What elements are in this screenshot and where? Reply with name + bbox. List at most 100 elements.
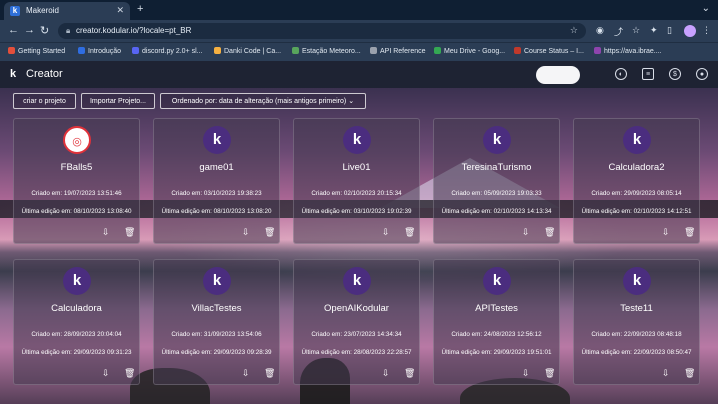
sidepanel-icon[interactable]: ▯: [667, 25, 672, 36]
create-project-button[interactable]: criar o projeto: [13, 93, 76, 109]
bookmark-favicon-icon: [594, 47, 601, 54]
project-card[interactable]: k Teste11 Criado em: 22/09/2023 08:48:18…: [573, 259, 700, 385]
bookmark-item[interactable]: Danki Code | Ca...: [214, 47, 281, 55]
kodular-icon: k: [623, 267, 651, 295]
kodular-icon: k: [343, 126, 371, 154]
download-icon[interactable]: ⇩: [382, 227, 390, 238]
bookmark-item[interactable]: Getting Started: [8, 47, 65, 55]
project-name: Live01: [342, 162, 371, 173]
download-icon[interactable]: ⇩: [102, 227, 110, 238]
trash-icon[interactable]: 🗑︎: [544, 368, 555, 379]
project-card[interactable]: k Live01 Criado em: 02/10/2023 20:15:34 …: [293, 118, 420, 244]
browser-tab[interactable]: k Makeroid ✕: [4, 2, 130, 20]
close-tab-icon[interactable]: ✕: [116, 5, 124, 16]
dollar-icon[interactable]: $: [669, 68, 681, 80]
download-icon[interactable]: ⇩: [662, 368, 670, 379]
bookmark-star-icon[interactable]: ☆: [570, 25, 578, 36]
project-edited: Última edição em: 29/09/2023 09:31:23: [21, 349, 132, 356]
bookmark-item[interactable]: Introdução: [78, 47, 121, 55]
palette-icon[interactable]: ◐: [615, 68, 627, 80]
kodular-favicon-icon: k: [10, 6, 20, 16]
project-card[interactable]: k Calculadora Criado em: 28/09/2023 20:0…: [13, 259, 140, 385]
forward-icon[interactable]: →: [24, 24, 35, 36]
trash-icon[interactable]: 🗑︎: [544, 227, 555, 238]
bookmark-item[interactable]: https://ava.ibrae....: [594, 47, 662, 55]
extensions-icon[interactable]: ✦: [650, 25, 658, 36]
bookmark-item[interactable]: discord.py 2.0+ sl...: [132, 47, 203, 55]
bookmarks-bar: Getting Started Introdução discord.py 2.…: [0, 42, 718, 61]
import-project-button[interactable]: Importar Projeto...: [81, 93, 155, 109]
bookmark-favicon-icon: [370, 47, 377, 54]
download-icon[interactable]: ⇩: [242, 368, 250, 379]
project-created: Criado em: 31/09/2023 13:54:06: [171, 331, 262, 338]
download-icon[interactable]: ⇩: [242, 227, 250, 238]
bookmark-item[interactable]: Course Status – I...: [514, 47, 584, 55]
bookmark-favicon-icon: [292, 47, 299, 54]
sort-dropdown[interactable]: Ordenado por: data de alteração (mais an…: [160, 93, 366, 109]
download-icon[interactable]: ⇩: [382, 368, 390, 379]
back-icon[interactable]: ←: [8, 24, 19, 36]
kodular-icon: k: [623, 126, 651, 154]
trash-icon[interactable]: 🗑︎: [124, 227, 135, 238]
star-icon[interactable]: ☆: [632, 25, 640, 36]
project-card[interactable]: k TeresinaTurismo Criado em: 05/09/2023 …: [433, 118, 560, 244]
new-tab-icon[interactable]: +: [137, 3, 143, 15]
chevron-down-icon: ⌄: [348, 98, 355, 105]
project-edited: Última edição em: 22/09/2023 08:50:47: [581, 349, 692, 356]
share-icon[interactable]: ⤴: [614, 25, 623, 38]
project-created: Criado em: 29/09/2023 08:05:14: [591, 190, 682, 197]
projects-area: criar o projeto Importar Projeto... Orde…: [0, 88, 718, 404]
project-card[interactable]: ◎ FBalls5 Criado em: 19/07/2023 13:51:46…: [13, 118, 140, 244]
kodular-logo-icon[interactable]: k: [6, 67, 20, 81]
download-icon[interactable]: ⇩: [102, 368, 110, 379]
reload-icon[interactable]: ↻: [40, 24, 49, 37]
project-edited: Última edição em: 08/10/2023 13:08:20: [161, 208, 272, 215]
trash-icon[interactable]: 🗑︎: [404, 368, 415, 379]
kodular-icon: k: [343, 267, 371, 295]
bookmark-item[interactable]: API Reference: [370, 47, 426, 55]
translate-icon[interactable]: ◉: [596, 25, 604, 36]
project-created: Criado em: 28/09/2023 20:04:04: [31, 331, 122, 338]
project-name: APITestes: [475, 303, 518, 314]
account-icon[interactable]: ●: [696, 68, 708, 80]
project-name: Calculadora2: [608, 162, 665, 173]
menu-icon[interactable]: ⋮: [702, 25, 711, 36]
header-pill-button[interactable]: [536, 66, 580, 84]
trash-icon[interactable]: 🗑︎: [264, 227, 275, 238]
project-card[interactable]: k APITestes Criado em: 24/08/2023 12:56:…: [433, 259, 560, 385]
kodular-icon: k: [203, 126, 231, 154]
profile-avatar[interactable]: [684, 25, 696, 37]
download-icon[interactable]: ⇩: [662, 227, 670, 238]
project-card[interactable]: k game01 Criado em: 03/10/2023 19:38:23 …: [153, 118, 280, 244]
project-card[interactable]: k Calculadora2 Criado em: 29/09/2023 08:…: [573, 118, 700, 244]
trash-icon[interactable]: 🗑︎: [124, 368, 135, 379]
download-icon[interactable]: ⇩: [522, 227, 530, 238]
app-title: Creator: [26, 68, 63, 80]
tab-search-icon[interactable]: ⌄: [702, 3, 710, 14]
project-name: game01: [199, 162, 234, 173]
project-app-icon: ◎: [63, 126, 91, 154]
project-card[interactable]: k VillacTestes Criado em: 31/09/2023 13:…: [153, 259, 280, 385]
project-edited: Última edição em: 29/09/2023 09:28:39: [161, 349, 272, 356]
trash-icon[interactable]: 🗑︎: [684, 227, 695, 238]
tab-title: Makeroid: [26, 6, 59, 15]
lock-icon: 🔒︎: [66, 26, 71, 35]
trash-icon[interactable]: 🗑︎: [264, 368, 275, 379]
bookmark-item[interactable]: Estação Meteoro...: [292, 47, 361, 55]
browser-tab-bar: k Makeroid ✕ + ⌄: [0, 0, 718, 20]
docs-icon[interactable]: ≡: [642, 68, 654, 80]
project-edited: Última edição em: 03/10/2023 19:02:39: [301, 208, 412, 215]
bookmark-favicon-icon: [434, 47, 441, 54]
project-created: Criado em: 19/07/2023 13:51:46: [31, 190, 122, 197]
download-icon[interactable]: ⇩: [522, 368, 530, 379]
bookmark-favicon-icon: [8, 47, 15, 54]
project-edited: Última edição em: 08/10/2023 13:08:40: [21, 208, 132, 215]
project-card[interactable]: k OpenAIKodular Criado em: 23/07/2023 14…: [293, 259, 420, 385]
address-bar[interactable]: 🔒︎ creator.kodular.io/?locale=pt_BR ☆: [58, 23, 586, 39]
trash-icon[interactable]: 🗑︎: [404, 227, 415, 238]
project-edited: Última edição em: 28/08/2023 22:28:57: [301, 349, 412, 356]
project-created: Criado em: 03/10/2023 19:38:23: [171, 190, 262, 197]
trash-icon[interactable]: 🗑︎: [684, 368, 695, 379]
bookmark-item[interactable]: Meu Drive - Goog...: [434, 47, 505, 55]
kodular-icon: k: [203, 267, 231, 295]
